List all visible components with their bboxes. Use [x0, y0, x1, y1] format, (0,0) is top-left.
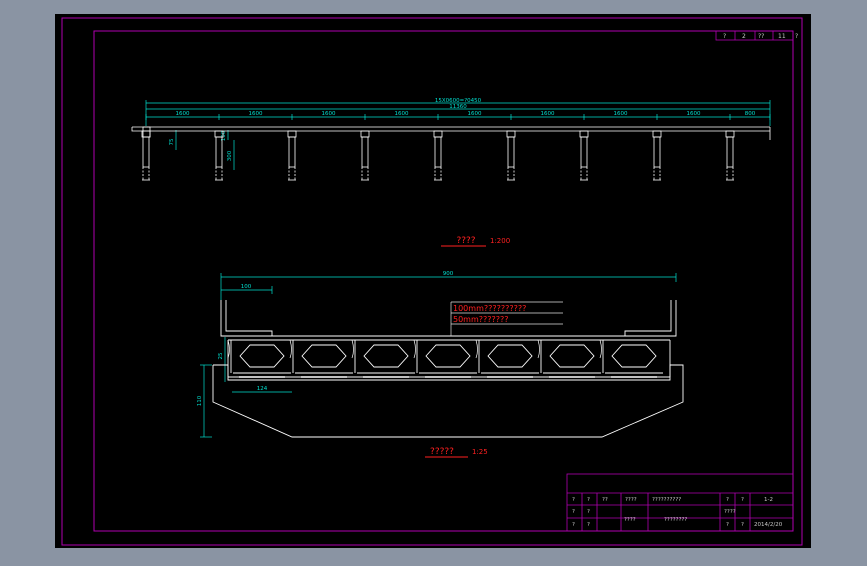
span-label: 1600: [322, 111, 336, 117]
title-block-r2c1: ?: [572, 509, 575, 515]
title-block-r2c2: ?: [587, 509, 590, 515]
sheet-label-c2: 2: [742, 33, 746, 40]
title-block-r1c2: ?: [587, 497, 590, 503]
drawing-sheet: [55, 14, 811, 548]
title-block-r2c6: ????: [724, 509, 736, 515]
title-block-r1c4: ????: [625, 497, 637, 503]
section-scale: 1:25: [472, 448, 488, 456]
dim-inner: 11360: [449, 104, 467, 110]
sheet-label-tail: ?: [795, 33, 798, 40]
cad-viewport[interactable]: ? 2 ?? 11 ? 15X0600=?0450 11360 75 100 3…: [0, 0, 867, 562]
section-note-2: 50mm???????: [453, 315, 509, 324]
title-block-r3c6: ?: [726, 522, 729, 528]
section-dim-bottom: 124: [257, 386, 268, 392]
title-block-r1c8: 1-2: [764, 497, 773, 503]
span-label: 1600: [176, 111, 190, 117]
title-block-r1c1: ?: [572, 497, 575, 503]
section-title: ?????: [430, 447, 454, 457]
drawing-canvas: ? 2 ?? 11 ? 15X0600=?0450 11360 75 100 3…: [55, 14, 811, 548]
section-dim-abut: 110: [197, 395, 203, 406]
span-label: 1600: [468, 111, 482, 117]
title-block-r3c1: ?: [572, 522, 575, 528]
dim-pier-b: 300: [227, 150, 233, 161]
sheet-label-c4: 11: [778, 33, 786, 40]
title-block-r3c4: ????: [624, 517, 636, 523]
title-block-r1c5: ??????????: [652, 497, 681, 503]
span-label: 1600: [541, 111, 555, 117]
span-label: 1600: [249, 111, 263, 117]
section-dim-slab: 25: [218, 352, 224, 359]
section-note-1: 100mm??????????: [453, 304, 526, 313]
elevation-scale: 1:200: [490, 237, 510, 245]
span-label: 1600: [614, 111, 628, 117]
title-block-r1c3: ??: [602, 497, 608, 503]
title-block-r3c8: 2014/2/20: [754, 522, 783, 528]
section-dim-total: 900: [443, 271, 454, 277]
span-label: 1600: [687, 111, 701, 117]
sheet-label-c3: ??: [758, 33, 764, 40]
section-dim-cant: 100: [241, 284, 252, 290]
title-block-r3c2: ?: [587, 522, 590, 528]
span-label: 800: [745, 111, 756, 117]
title-block-r3c5: ????????: [664, 517, 687, 523]
elevation-title: ????: [456, 236, 475, 246]
title-block-r1c6: ?: [726, 497, 729, 503]
title-block-r1c7: ?: [741, 497, 744, 503]
dim-deck: 75: [169, 138, 175, 145]
sheet-label-c1: ?: [723, 33, 726, 40]
title-block-r3c7: ?: [741, 522, 744, 528]
span-label: 1600: [395, 111, 409, 117]
